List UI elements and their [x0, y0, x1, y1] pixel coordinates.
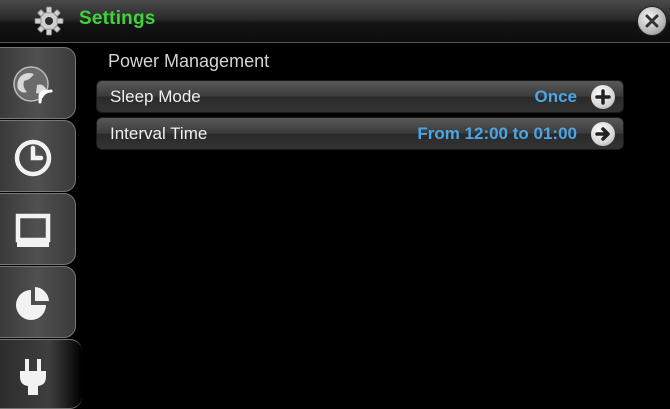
close-button[interactable]	[637, 6, 667, 36]
add-button[interactable]	[591, 85, 615, 109]
setting-row-interval-time[interactable]: Interval Time From 12:00 to 01:00	[96, 117, 624, 150]
tab-network[interactable]	[0, 47, 76, 119]
display-icon	[10, 207, 56, 253]
network-globe-icon	[10, 61, 56, 107]
pie-chart-icon	[10, 280, 56, 326]
plus-icon	[595, 89, 611, 105]
setting-label: Sleep Mode	[110, 87, 201, 106]
sidebar	[0, 43, 82, 409]
next-button[interactable]	[591, 122, 615, 146]
gear-icon	[33, 5, 65, 37]
setting-value: Once	[534, 87, 577, 106]
tab-power[interactable]	[0, 339, 82, 409]
setting-value: From 12:00 to 01:00	[417, 124, 577, 143]
setting-row-sleep-mode[interactable]: Sleep Mode Once	[96, 80, 624, 113]
setting-label: Interval Time	[110, 124, 208, 143]
tab-clock[interactable]	[0, 120, 76, 192]
title-bar: Settings	[0, 0, 670, 43]
power-plug-icon	[10, 353, 56, 399]
close-icon	[645, 14, 659, 28]
clock-icon	[10, 134, 56, 180]
tab-display[interactable]	[0, 193, 76, 265]
tab-storage[interactable]	[0, 266, 76, 338]
arrow-right-icon	[595, 127, 610, 141]
section-title: Power Management	[108, 51, 270, 71]
page-title: Settings	[79, 8, 156, 29]
